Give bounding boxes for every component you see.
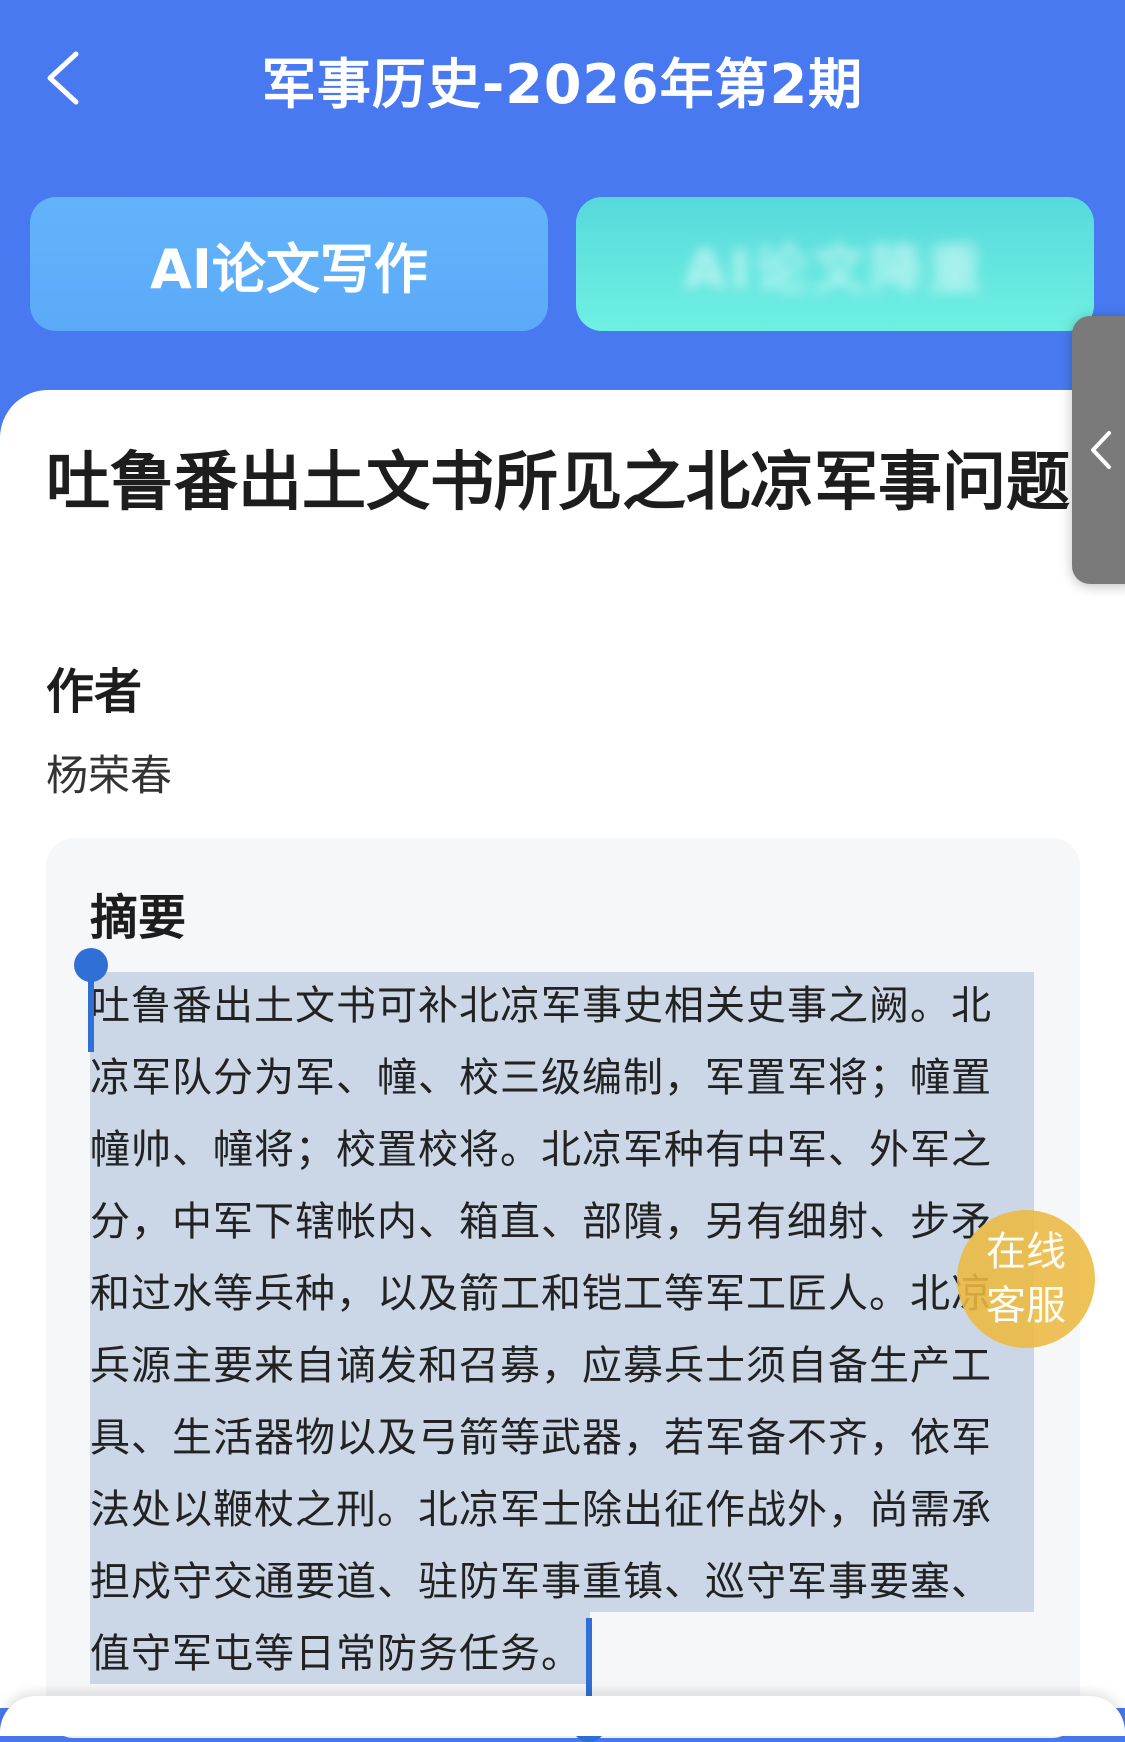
selection-start-caret	[88, 966, 94, 1052]
article-content: 吐鲁番出土文书所见之北凉军事问题 作者 杨荣春 摘要 吐鲁番出土文书可补北凉军事…	[0, 390, 1125, 1742]
side-drawer-tab[interactable]	[1072, 316, 1125, 584]
header-bar: 军事历史-2026年第2期 AI论文写作 AI论文降重	[0, 0, 1125, 400]
abstract-heading: 摘要	[90, 890, 187, 946]
page-title: 军事历史-2026年第2期	[261, 53, 864, 116]
secondary-action-button[interactable]: AI论文降重	[576, 197, 1094, 331]
secondary-action-label: AI论文降重	[684, 237, 986, 301]
chevron-left-icon	[1091, 431, 1111, 469]
article-title: 吐鲁番出土文书所见之北凉军事问题	[46, 446, 1070, 520]
online-service-button[interactable]: 在线 客服	[957, 1210, 1095, 1348]
bottom-sheet-edge	[0, 1696, 1125, 1736]
author-heading: 作者	[46, 664, 143, 720]
ai-writing-label: AI论文写作	[150, 237, 428, 301]
service-label-line2: 客服	[986, 1283, 1066, 1329]
abstract-text[interactable]: 吐鲁番出土文书可补北凉军事史相关史事之阙。北凉军队分为军、幢、校三级编制，军置军…	[90, 970, 1030, 1690]
service-label-line1: 在线	[986, 1229, 1066, 1275]
selection-start-handle[interactable]	[74, 948, 108, 1052]
ai-writing-button[interactable]: AI论文写作	[30, 197, 548, 331]
author-name[interactable]: 杨荣春	[46, 742, 172, 803]
abstract-card: 摘要 吐鲁番出土文书可补北凉军事史相关史事之阙。北凉军队分为军、幢、校三级编制，…	[46, 838, 1080, 1742]
